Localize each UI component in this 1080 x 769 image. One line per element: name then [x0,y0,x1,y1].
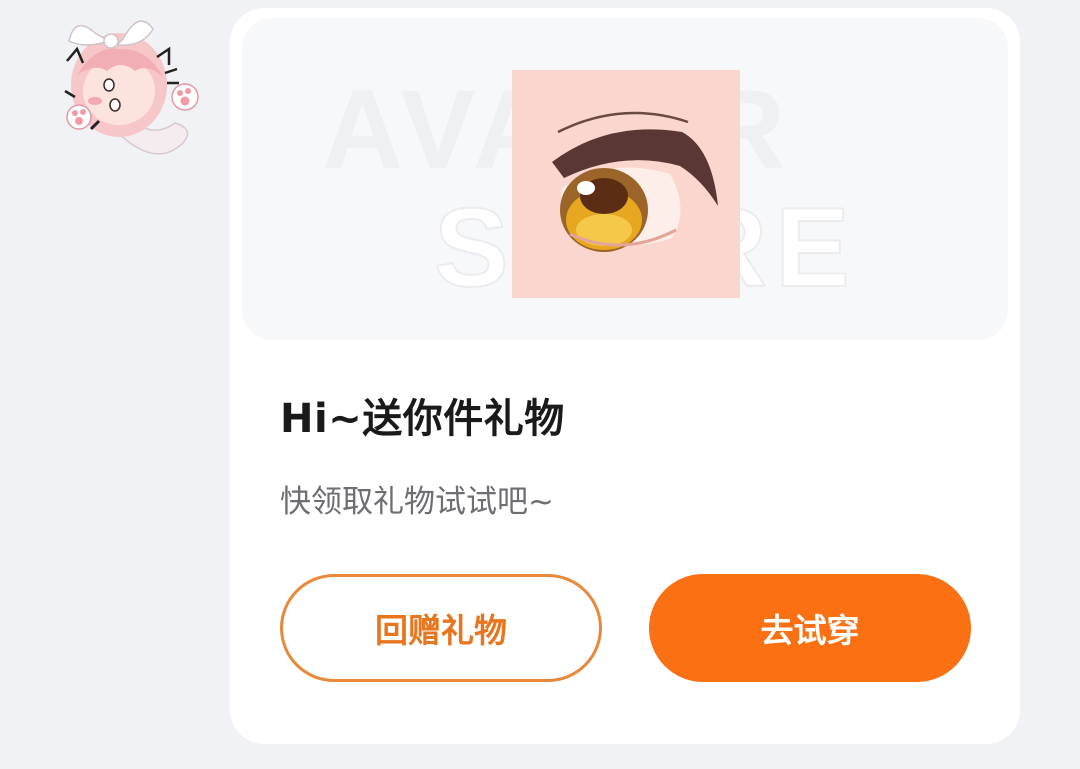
cat-girl-sticker-icon[interactable] [55,5,205,165]
return-gift-button[interactable]: 回赠礼物 [280,574,602,682]
gift-card[interactable]: AVATAR STORE [230,8,1020,744]
gift-subtitle: 快领取礼物试试吧~ [280,484,554,520]
gift-title: Hi~送你件礼物 [280,396,565,442]
anime-eye-icon [552,111,718,252]
try-on-label: 去试穿 [760,611,860,650]
chat-stage: AVATAR STORE [0,0,1080,769]
try-on-button[interactable]: 去试穿 [649,574,971,682]
return-gift-label: 回赠礼物 [375,611,507,650]
gift-item-preview[interactable] [512,70,740,298]
gift-banner: AVATAR STORE [242,18,1008,340]
